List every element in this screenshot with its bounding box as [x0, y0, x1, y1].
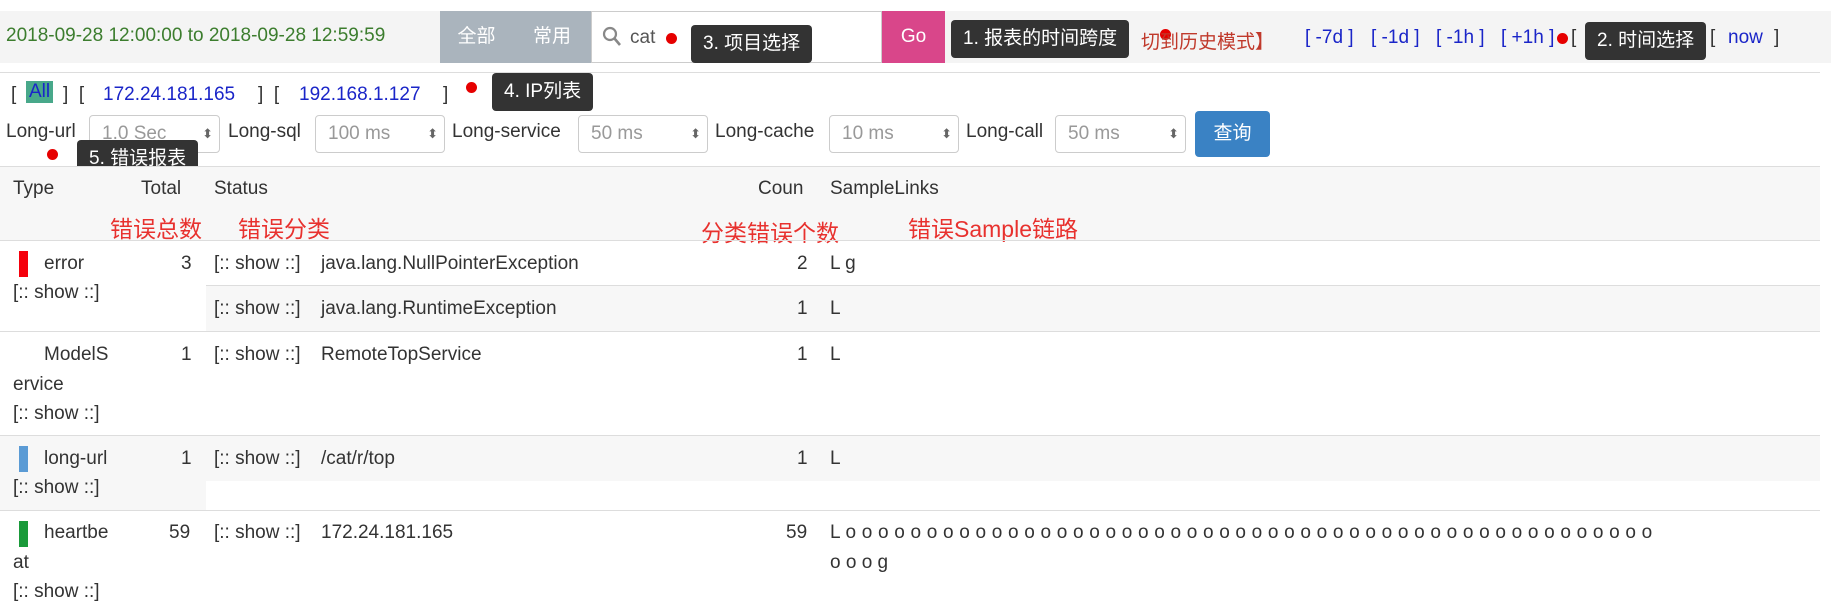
show-link[interactable]: [:: show ::] [214, 253, 301, 275]
updown-icon: ⬍ [1168, 126, 1179, 141]
col-header-samplelinks: SampleLinks [830, 178, 939, 199]
ip-item[interactable]: 172.24.181.165 [103, 84, 235, 106]
updown-icon: ⬍ [690, 126, 701, 141]
tab-common[interactable]: 常用 [513, 11, 591, 63]
ip-item[interactable]: 192.168.1.127 [299, 84, 421, 106]
ip-all[interactable]: All [26, 81, 54, 103]
nav-minus-1d[interactable]: [ -1d ] [1371, 27, 1420, 49]
annotation-samplelinks: 错误Sample链路 [908, 216, 1078, 242]
col-header-count: Coun [758, 178, 804, 199]
show-link[interactable]: [:: show ::] [13, 282, 100, 304]
col-header-type: Type [13, 178, 55, 199]
annotation-total: 错误总数 [110, 216, 202, 242]
updown-icon: ⬍ [941, 126, 952, 141]
ip-bracket: [ [11, 84, 17, 105]
filter-select-long-sql[interactable]: 100 ms ⬍ [315, 115, 445, 153]
divider [0, 510, 1820, 511]
filter-value: 10 ms [842, 123, 894, 144]
search-icon [602, 26, 621, 46]
tooltip-time-span: 1. 报表的时间跨度 [951, 20, 1130, 58]
filter-value: 50 ms [591, 123, 643, 144]
row-status: java.lang.NullPointerException [321, 253, 579, 274]
row-status: java.lang.RuntimeException [321, 298, 557, 319]
updown-icon: ⬍ [427, 126, 438, 141]
sample-links[interactable]: L o o o o o o o o o o o o o o o o o o o … [830, 522, 1652, 544]
filter-label-long-service: Long-service [452, 121, 561, 142]
history-mode-link[interactable]: 切到历史模式】 [1141, 27, 1274, 54]
marker-dot-2 [1557, 33, 1568, 44]
filter-select-long-cache[interactable]: 10 ms ⬍ [829, 115, 959, 153]
marker-dot-3 [666, 33, 677, 44]
tooltip-ip-list: 4. IP列表 [492, 73, 594, 111]
ip-bracket-close: ] [443, 84, 449, 105]
marker-dot-5 [47, 149, 58, 160]
ip-sep: ] [ [258, 84, 280, 105]
row-total: 1 [181, 344, 192, 365]
filter-value: 100 ms [328, 123, 391, 144]
show-link[interactable]: [:: show ::] [214, 298, 301, 320]
nav-plus-1h[interactable]: [ +1h ] [1501, 27, 1554, 49]
annotation-status: 错误分类 [238, 216, 330, 242]
row-status: 172.24.181.165 [321, 522, 454, 543]
type-color-bar [19, 251, 28, 277]
sample-links-cont[interactable]: o o o g [830, 552, 888, 574]
row-total: 3 [181, 253, 192, 274]
divider [0, 72, 1820, 73]
row-total: 59 [169, 522, 191, 543]
show-link[interactable]: [:: show ::] [13, 403, 100, 425]
type-color-bar [19, 446, 28, 472]
row-status: RemoteTopService [321, 344, 482, 365]
row-type-cont: ervice [13, 374, 64, 395]
row-total: 1 [181, 448, 192, 469]
filter-value: 50 ms [1068, 123, 1120, 144]
sample-links[interactable]: L [830, 344, 841, 366]
show-link[interactable]: [:: show ::] [13, 581, 100, 603]
annotation-count: 分类错误个数 [701, 220, 839, 246]
updown-icon: ⬍ [202, 126, 213, 141]
nav-bracket-open: [ [1571, 27, 1577, 48]
divider [0, 331, 1820, 332]
divider [0, 240, 1820, 241]
marker-dot-4 [466, 82, 477, 93]
query-button[interactable]: 查询 [1195, 111, 1270, 157]
row-type: long-url [44, 448, 108, 469]
show-link[interactable]: [:: show ::] [214, 522, 301, 544]
show-link[interactable]: [:: show ::] [13, 477, 100, 499]
filter-label-long-sql: Long-sql [228, 121, 301, 142]
ip-sep: ] [ [63, 84, 85, 105]
sample-links[interactable]: L [830, 448, 841, 470]
show-link[interactable]: [:: show ::] [214, 448, 301, 470]
filter-label-long-url: Long-url [6, 121, 76, 142]
tab-all[interactable]: 全部 [440, 11, 513, 63]
filter-label-long-cache: Long-cache [715, 121, 815, 142]
tooltip-time-select: 2. 时间选择 [1585, 22, 1707, 60]
row-count: 59 [786, 522, 808, 543]
sample-links[interactable]: L g [830, 253, 856, 275]
nav-minus-7d[interactable]: [ -7d ] [1305, 27, 1354, 49]
row-type: error [44, 253, 85, 274]
row-count: 1 [797, 448, 808, 469]
col-header-total: Total [141, 178, 182, 199]
col-header-status: Status [214, 178, 268, 199]
show-link[interactable]: [:: show ::] [214, 344, 301, 366]
row-type-cont: at [13, 552, 29, 573]
nav-now[interactable]: now [1728, 27, 1763, 49]
nav-now-close: ] [1774, 27, 1780, 48]
row-status: /cat/r/top [321, 448, 395, 469]
row-count: 1 [797, 298, 808, 319]
go-button[interactable]: Go [882, 11, 945, 63]
sample-links[interactable]: L [830, 298, 841, 320]
filter-select-long-call[interactable]: 50 ms ⬍ [1055, 115, 1186, 153]
row-count: 2 [797, 253, 808, 274]
row-count: 1 [797, 344, 808, 365]
row-type: ModelS [44, 344, 109, 365]
row-type: heartbe [44, 522, 109, 543]
nav-minus-1h[interactable]: [ -1h ] [1436, 27, 1485, 49]
nav-now-bracket: [ [1710, 27, 1716, 48]
filter-select-long-service[interactable]: 50 ms ⬍ [578, 115, 708, 153]
filter-label-long-call: Long-call [966, 121, 1044, 142]
type-color-bar [19, 521, 28, 547]
time-range-text: 2018-09-28 12:00:00 to 2018-09-28 12:59:… [6, 25, 386, 46]
tooltip-project-select: 3. 项目选择 [691, 25, 813, 63]
